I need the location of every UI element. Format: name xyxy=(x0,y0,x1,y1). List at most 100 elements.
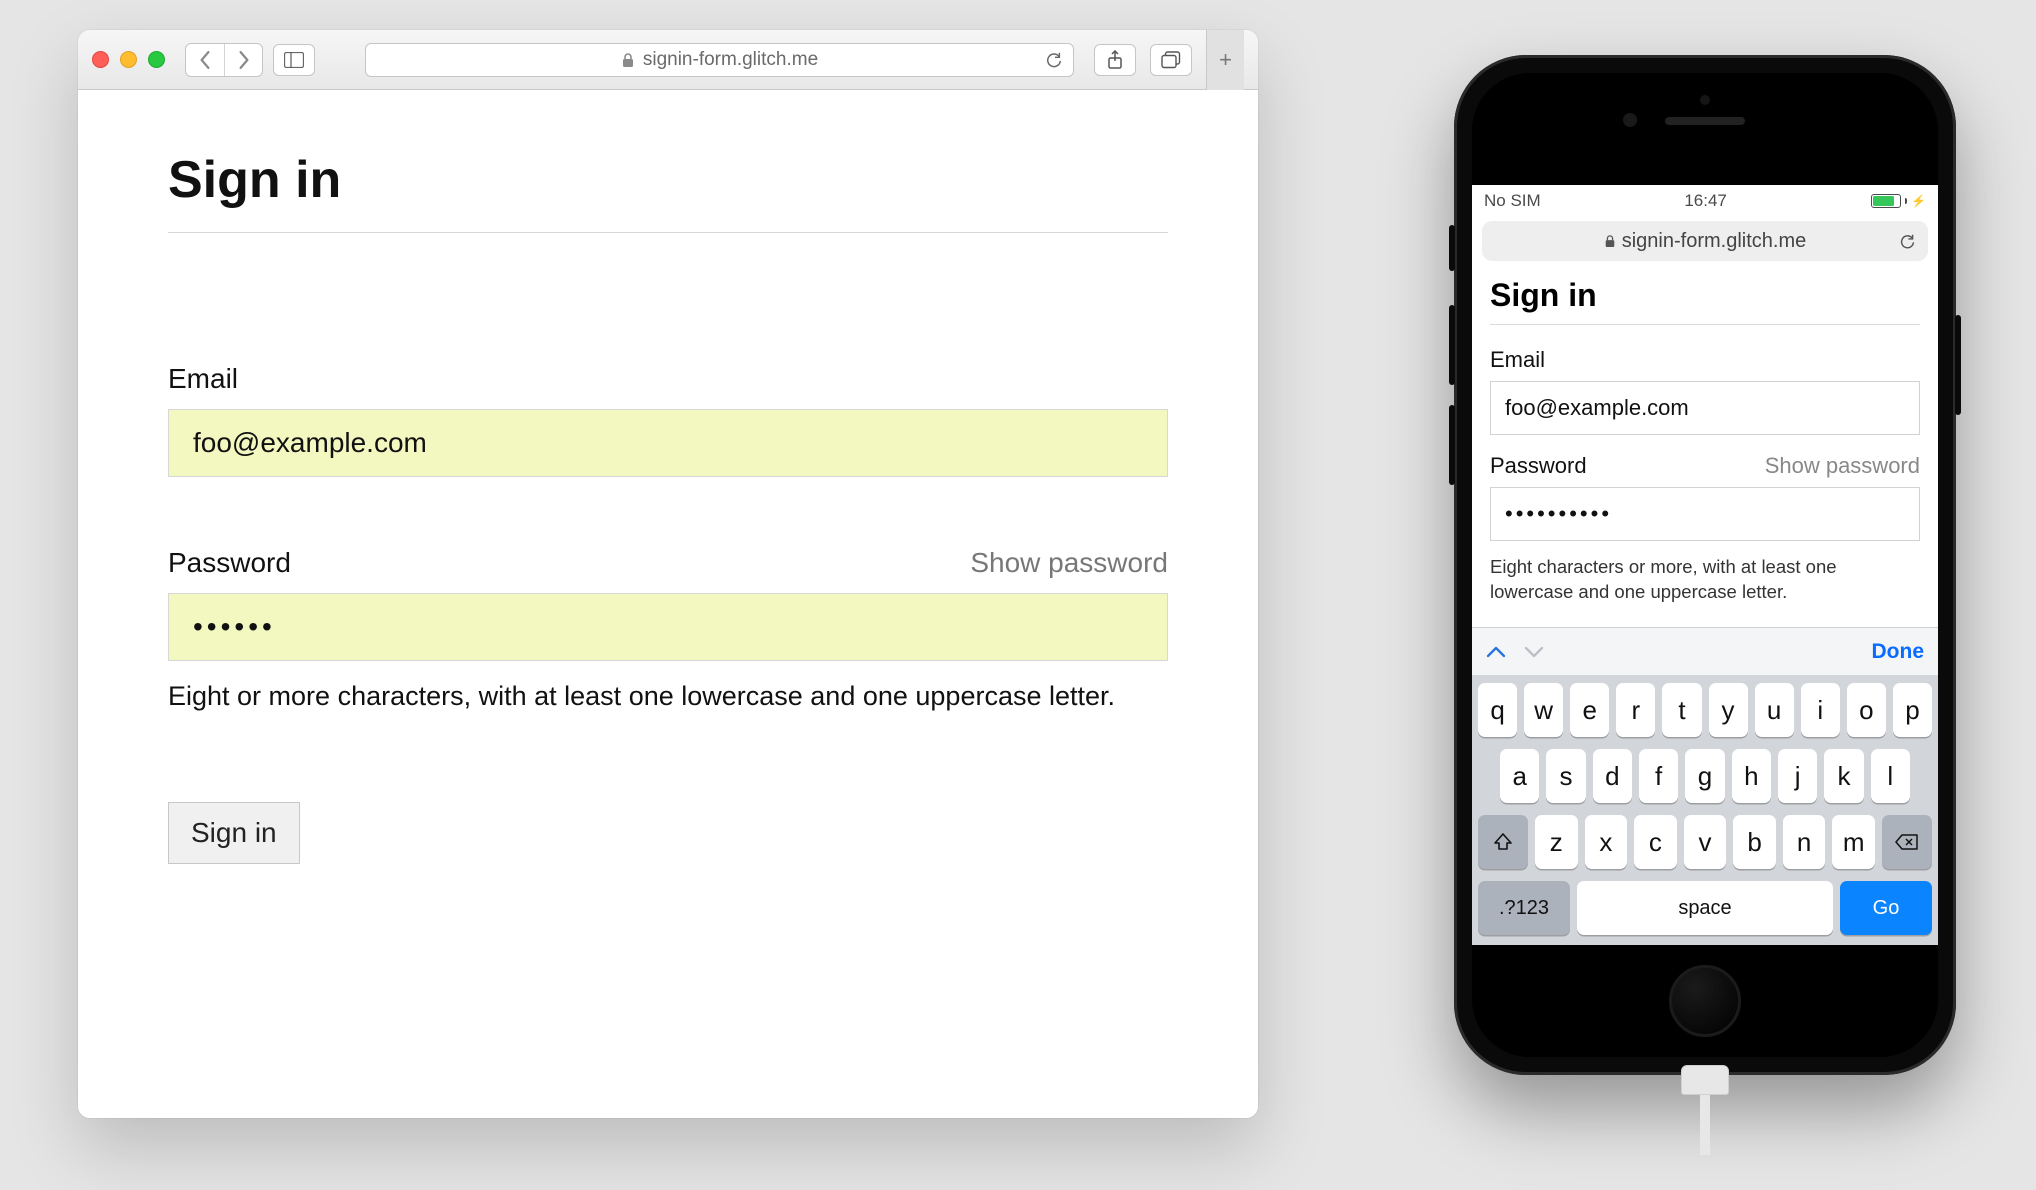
key-j[interactable]: j xyxy=(1778,749,1817,803)
tabs-button[interactable] xyxy=(1150,44,1192,76)
mobile-address-bar[interactable]: signin-form.glitch.me xyxy=(1482,221,1928,261)
iphone-body: No SIM 16:47 ⚡ signin-form.glitch.me S xyxy=(1472,73,1938,1057)
key-i[interactable]: i xyxy=(1801,683,1840,737)
reload-icon[interactable] xyxy=(1899,233,1916,250)
key-b[interactable]: b xyxy=(1733,815,1776,869)
window-controls xyxy=(92,51,165,68)
keyboard-row-4: .?123 space Go xyxy=(1478,881,1932,935)
key-e[interactable]: e xyxy=(1570,683,1609,737)
back-button[interactable] xyxy=(186,44,224,76)
volume-down-button xyxy=(1449,405,1455,485)
key-g[interactable]: g xyxy=(1685,749,1724,803)
close-window-button[interactable] xyxy=(92,51,109,68)
prev-field-button[interactable] xyxy=(1486,645,1506,659)
key-t[interactable]: t xyxy=(1662,683,1701,737)
zoom-window-button[interactable] xyxy=(148,51,165,68)
keyboard-done-button[interactable]: Done xyxy=(1872,640,1925,664)
carrier-text: No SIM xyxy=(1484,191,1541,211)
show-password-toggle[interactable]: Show password xyxy=(1765,453,1920,479)
space-key[interactable]: space xyxy=(1577,881,1833,935)
key-y[interactable]: y xyxy=(1709,683,1748,737)
key-o[interactable]: o xyxy=(1847,683,1886,737)
battery-indicator: ⚡ xyxy=(1871,194,1926,208)
next-field-button[interactable] xyxy=(1524,645,1544,659)
sign-in-button[interactable]: Sign in xyxy=(168,802,300,864)
lock-icon xyxy=(621,52,635,68)
safari-window: signin-form.glitch.me + Sign in Email Pa xyxy=(78,30,1258,1118)
proximity-sensor xyxy=(1700,95,1710,105)
key-h[interactable]: h xyxy=(1732,749,1771,803)
reload-icon[interactable] xyxy=(1045,51,1063,69)
key-p[interactable]: p xyxy=(1893,683,1932,737)
battery-icon xyxy=(1871,194,1901,208)
keyboard-row-3: zxcvbnm xyxy=(1478,815,1932,869)
status-bar: No SIM 16:47 ⚡ xyxy=(1472,185,1938,217)
key-u[interactable]: u xyxy=(1755,683,1794,737)
nav-buttons xyxy=(185,43,263,77)
password-label: Password xyxy=(1490,453,1587,479)
numbers-key[interactable]: .?123 xyxy=(1478,881,1570,935)
go-key[interactable]: Go xyxy=(1840,881,1932,935)
key-l[interactable]: l xyxy=(1871,749,1910,803)
key-n[interactable]: n xyxy=(1783,815,1826,869)
key-m[interactable]: m xyxy=(1832,815,1875,869)
lock-icon xyxy=(1604,234,1616,248)
email-field-block: Email xyxy=(1490,347,1920,453)
ios-keyboard: qwertyuiop asdfghjkl zxcvbnm .?123 space… xyxy=(1472,675,1938,945)
password-input[interactable] xyxy=(168,593,1168,661)
key-z[interactable]: z xyxy=(1535,815,1578,869)
page-title: Sign in xyxy=(1490,277,1920,325)
password-hint: Eight characters or more, with at least … xyxy=(1490,555,1920,605)
password-field-block: Password Show password Eight or more cha… xyxy=(168,547,1168,712)
sidebar-button[interactable] xyxy=(273,44,315,76)
password-input[interactable] xyxy=(1490,487,1920,541)
home-button[interactable] xyxy=(1669,965,1741,1037)
mute-switch xyxy=(1449,225,1455,271)
shift-key[interactable] xyxy=(1478,815,1528,869)
password-label: Password xyxy=(168,547,291,579)
key-d[interactable]: d xyxy=(1593,749,1632,803)
iphone-screen: No SIM 16:47 ⚡ signin-form.glitch.me S xyxy=(1472,185,1938,945)
minimize-window-button[interactable] xyxy=(120,51,137,68)
backspace-key[interactable] xyxy=(1882,815,1932,869)
key-c[interactable]: c xyxy=(1634,815,1677,869)
key-w[interactable]: w xyxy=(1524,683,1563,737)
lightning-cable xyxy=(1681,1065,1729,1155)
email-input[interactable] xyxy=(1490,381,1920,435)
keyboard-accessory-bar: Done xyxy=(1472,627,1938,675)
mobile-page-body: Sign in Email Password Show password Eig… xyxy=(1472,271,1938,615)
email-label: Email xyxy=(168,363,238,395)
show-password-toggle[interactable]: Show password xyxy=(970,547,1168,579)
key-a[interactable]: a xyxy=(1500,749,1539,803)
key-k[interactable]: k xyxy=(1824,749,1863,803)
top-bezel xyxy=(1472,73,1938,185)
earpiece-speaker xyxy=(1665,117,1745,125)
key-f[interactable]: f xyxy=(1639,749,1678,803)
address-bar[interactable]: signin-form.glitch.me xyxy=(365,43,1074,77)
key-s[interactable]: s xyxy=(1546,749,1585,803)
password-field-block: Password Show password Eight characters … xyxy=(1490,453,1920,605)
email-label: Email xyxy=(1490,347,1545,373)
clock-text: 16:47 xyxy=(1684,191,1727,211)
bottom-bezel xyxy=(1472,945,1938,1057)
volume-up-button xyxy=(1449,305,1455,385)
power-button xyxy=(1955,315,1961,415)
toolbar-right xyxy=(1094,44,1192,76)
page-title: Sign in xyxy=(168,150,1168,233)
email-field-block: Email xyxy=(168,363,1168,485)
new-tab-button[interactable]: + xyxy=(1206,30,1244,90)
forward-button[interactable] xyxy=(224,44,262,76)
share-button[interactable] xyxy=(1094,44,1136,76)
mobile-url-text: signin-form.glitch.me xyxy=(1622,230,1807,253)
iphone-device: No SIM 16:47 ⚡ signin-form.glitch.me S xyxy=(1454,55,1956,1075)
front-camera xyxy=(1623,113,1637,127)
key-q[interactable]: q xyxy=(1478,683,1517,737)
page-body: Sign in Email Password Show password Eig… xyxy=(78,90,1258,1118)
key-x[interactable]: x xyxy=(1585,815,1628,869)
key-r[interactable]: r xyxy=(1616,683,1655,737)
email-input[interactable] xyxy=(168,409,1168,477)
key-v[interactable]: v xyxy=(1684,815,1727,869)
charging-icon: ⚡ xyxy=(1911,194,1926,208)
password-hint: Eight or more characters, with at least … xyxy=(168,681,1168,712)
keyboard-row-2: asdfghjkl xyxy=(1478,749,1932,803)
